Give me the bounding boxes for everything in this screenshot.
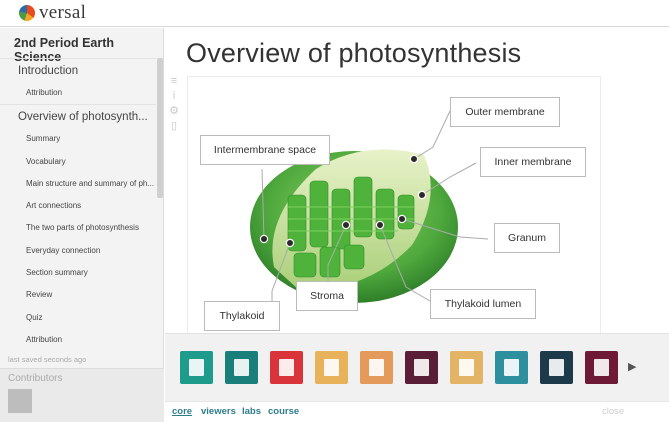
- menu-icon[interactable]: ≡: [168, 75, 180, 87]
- gear-icon[interactable]: ⚙: [168, 105, 180, 117]
- save-status: last saved seconds ago: [8, 355, 87, 364]
- contributors-panel: Contributors: [0, 368, 164, 422]
- image-gadget-icon: [279, 359, 294, 376]
- list-gadget-button[interactable]: [315, 351, 348, 384]
- nav-item-everyday-connection[interactable]: Everyday connection: [0, 240, 156, 262]
- text-gadget-button[interactable]: [225, 351, 258, 384]
- chloroplast-figure: Outer membrane Intermembrane space Inner…: [187, 76, 601, 334]
- annotated-image-gadget-button[interactable]: [585, 351, 618, 384]
- nav-item-art-connections[interactable]: Art connections: [0, 195, 156, 217]
- nav-item-two-parts[interactable]: The two parts of photosynthesis: [0, 217, 156, 239]
- map-gadget-button[interactable]: [495, 351, 528, 384]
- tab-labs[interactable]: labs: [242, 406, 261, 417]
- nav-item-main-structure[interactable]: Main structure and summary of ph...: [0, 173, 156, 195]
- nav-item-quiz[interactable]: Quiz: [0, 307, 156, 329]
- map-gadget-icon: [504, 359, 519, 376]
- annotated-image-gadget-icon: [594, 359, 609, 376]
- trash-icon[interactable]: ▯: [168, 120, 180, 132]
- tab-core[interactable]: core: [172, 406, 192, 417]
- label-thylakoid-lumen[interactable]: Thylakoid lumen: [430, 289, 536, 319]
- gadget-tray: ▶: [165, 333, 669, 401]
- lesson-nav: Introduction Attribution Overview of pho…: [0, 58, 156, 351]
- nav-item-section-summary[interactable]: Section summary: [0, 262, 156, 284]
- nav-item-introduction[interactable]: Introduction: [0, 58, 156, 82]
- label-stroma[interactable]: Stroma: [296, 281, 358, 311]
- label-granum[interactable]: Granum: [494, 223, 560, 253]
- nav-item-vocabulary[interactable]: Vocabulary: [0, 151, 156, 173]
- nav-item-attribution-2[interactable]: Attribution: [0, 329, 156, 351]
- image-gadget-button[interactable]: [270, 351, 303, 384]
- list-gadget-icon: [324, 359, 339, 376]
- tab-viewers[interactable]: viewers: [201, 406, 236, 417]
- nav-item-attribution[interactable]: Attribution: [0, 82, 156, 104]
- text-gadget-icon: [234, 359, 249, 376]
- gadget-tabs: core viewers labs course close: [165, 401, 669, 422]
- label-inner-membrane[interactable]: Inner membrane: [480, 147, 586, 177]
- layout-gadget-icon: [189, 359, 204, 376]
- grid-gadget-icon: [369, 359, 384, 376]
- nav-item-review[interactable]: Review: [0, 284, 156, 306]
- top-bar: versal: [0, 0, 669, 27]
- timeline-gadget-button[interactable]: [405, 351, 438, 384]
- versal-logo-icon[interactable]: [19, 5, 35, 21]
- media-gadget-icon: [459, 359, 474, 376]
- media-gadget-button[interactable]: [450, 351, 483, 384]
- sidebar-scrollbar[interactable]: [157, 58, 163, 198]
- timeline-gadget-icon: [414, 359, 429, 376]
- label-intermembrane-space[interactable]: Intermembrane space: [200, 135, 330, 165]
- nav-item-overview[interactable]: Overview of photosynth...: [0, 104, 156, 128]
- contributors-label: Contributors: [8, 373, 63, 384]
- nav-item-summary[interactable]: Summary: [0, 128, 156, 150]
- label-outer-membrane[interactable]: Outer membrane: [450, 97, 560, 127]
- gadget-toolbar: ≡ i ⚙ ▯: [168, 75, 182, 135]
- cards-gadget-button[interactable]: [540, 351, 573, 384]
- grid-gadget-button[interactable]: [360, 351, 393, 384]
- label-thylakoid[interactable]: Thylakoid: [204, 301, 280, 331]
- tab-course[interactable]: course: [268, 406, 299, 417]
- cards-gadget-icon: [549, 359, 564, 376]
- sidebar: 2nd Period Earth Science Introduction At…: [0, 28, 164, 422]
- logo-text[interactable]: versal: [39, 2, 86, 24]
- main-content: Overview of photosynthesis ≡ i ⚙ ▯ Outer…: [165, 28, 669, 334]
- avatar[interactable]: [8, 389, 32, 413]
- layout-gadget-button[interactable]: [180, 351, 213, 384]
- close-link[interactable]: close: [602, 406, 624, 417]
- tray-next-arrow-icon[interactable]: ▶: [628, 360, 636, 373]
- info-icon[interactable]: i: [168, 90, 180, 102]
- page-title[interactable]: Overview of photosynthesis: [186, 38, 521, 69]
